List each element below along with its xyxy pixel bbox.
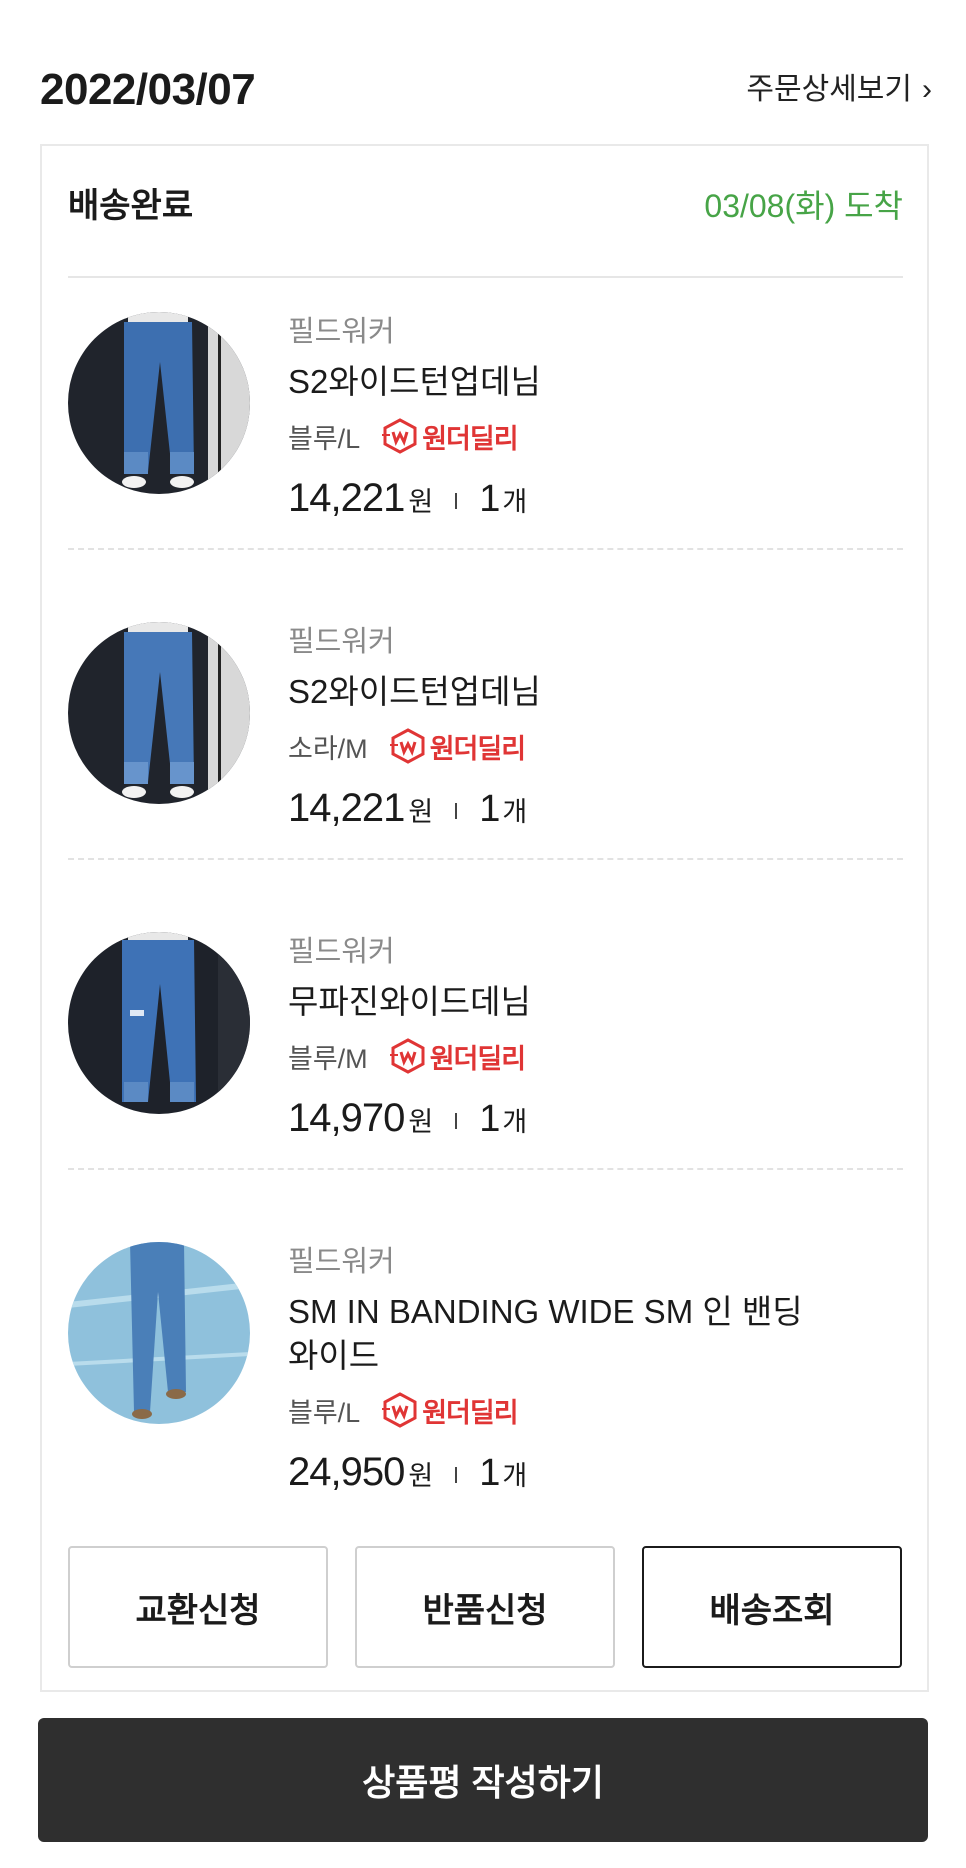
card-header: 배송완료 03/08(화) 도착 [68,182,903,230]
currency: 원 [408,1461,434,1491]
chevron-right-icon: › [922,73,932,106]
wonder-delivery-badge: 원더딜리 [382,417,519,456]
item-info: 필드워커 SM IN BANDING WIDE SM 인 밴딩 와이드 블루/L… [288,1242,903,1495]
wonder-delivery-badge: 원더딜리 [389,1037,526,1076]
delivery-tracking-button[interactable]: 배송조회 [642,1546,902,1668]
order-date: 2022/03/07 [40,65,256,114]
item-info: 필드워커 무파진와이드데님 블루/M 원더딜리 14,970 원 1 개 [288,932,903,1141]
product-name-line2: 와이드 [288,1337,380,1374]
write-review-button[interactable]: 상품평 작성하기 [38,1718,928,1842]
brand-name: 필드워커 [288,936,395,968]
price-row: 14,221 원 1 개 [288,786,903,831]
order-card: 배송완료 03/08(화) 도착 필드워커 S2와이드턴업데님 블루/L 원더딜… [40,144,929,1692]
quantity: 1 [479,478,501,520]
separator [455,1467,458,1483]
option-row: 블루/L 원더딜리 [288,1388,903,1432]
separator [455,1113,458,1129]
item-info: 필드워커 S2와이드턴업데님 소라/M 원더딜리 14,221 원 1 개 [288,622,903,831]
product-image[interactable] [68,1242,250,1424]
option-row: 블루/L 원더딜리 [288,414,903,458]
separator [455,803,458,819]
product-image[interactable] [68,622,250,804]
item-divider [68,548,903,550]
quantity-unit: 개 [502,1107,528,1137]
option-value: 블루/L [288,423,361,454]
price: 24,950 [288,1450,405,1494]
price-row: 14,221 원 1 개 [288,476,903,521]
delivery-icon [389,728,425,764]
option-value: 소라/M [288,733,368,764]
currency: 원 [408,487,434,517]
arrival-date: 03/08(화) 도착 [704,188,903,224]
item-info: 필드워커 S2와이드턴업데님 블루/L 원더딜리 14,221 원 1 개 [288,312,903,521]
divider [68,276,903,278]
product-name: 무파진와이드데님 [288,983,531,1020]
brand-name: 필드워커 [288,316,395,348]
product-name-line1: SM IN BANDING WIDE SM 인 밴딩 [288,1293,803,1330]
return-request-button[interactable]: 반품신청 [355,1546,615,1668]
delivery-status: 배송완료 [68,187,194,225]
product-name: SM IN BANDING WIDE SM 인 밴딩 와이드 [288,1290,903,1378]
delivery-icon [389,1038,425,1074]
item-divider [68,1168,903,1170]
product-image[interactable] [68,312,250,494]
price: 14,970 [288,1096,405,1140]
price-row: 24,950 원 1 개 [288,1450,903,1495]
option-row: 소라/M 원더딜리 [288,724,903,768]
product-image[interactable] [68,932,250,1114]
order-detail-label: 주문상세보기 [746,73,912,106]
price: 14,221 [288,786,405,830]
price: 14,221 [288,476,405,520]
quantity: 1 [479,1098,501,1140]
quantity-unit: 개 [502,797,528,827]
currency: 원 [408,797,434,827]
delivery-icon [382,418,417,454]
wonder-delivery-badge: 원더딜리 [389,727,526,766]
quantity-unit: 개 [502,1461,528,1491]
option-value: 블루/M [288,1043,368,1074]
price-row: 14,970 원 1 개 [288,1096,903,1141]
product-name: S2와이드턴업데님 [288,673,541,710]
wonder-delivery-badge: 원더딜리 [382,1391,519,1430]
separator [455,493,458,509]
quantity: 1 [479,788,501,830]
order-detail-link[interactable]: 주문상세보기 › [746,68,932,112]
brand-name: 필드워커 [288,626,395,658]
currency: 원 [408,1107,434,1137]
item-divider [68,858,903,860]
order-header: 2022/03/07 주문상세보기 › [40,62,932,118]
option-value: 블루/L [288,1397,361,1428]
brand-name: 필드워커 [288,1246,395,1278]
exchange-request-button[interactable]: 교환신청 [68,1546,328,1668]
option-row: 블루/M 원더딜리 [288,1034,903,1078]
quantity-unit: 개 [502,487,528,517]
delivery-icon [382,1392,417,1428]
quantity: 1 [479,1452,501,1494]
product-name: S2와이드턴업데님 [288,363,541,400]
